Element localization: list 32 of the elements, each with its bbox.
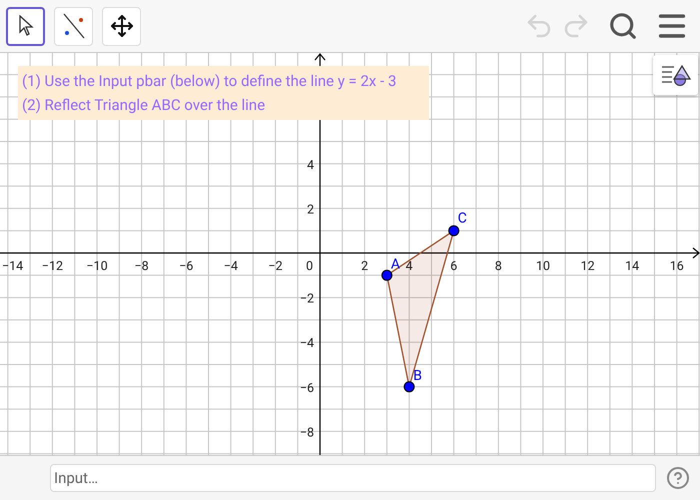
axis-label: −14 [2,259,24,274]
axis-label: −2 [300,292,314,307]
algebra-style-icon [660,63,692,87]
tool-button[interactable] [6,6,45,46]
axis-label: 14 [625,259,640,274]
axis-label: 0 [306,259,313,274]
instruction-text: (1) Use the Input pbar (below) to define the line y = 2x - 3 [22,71,398,92]
axis-label: −10 [86,259,108,274]
axis-label: −6 [179,259,194,274]
axis-label: 2 [361,259,368,274]
line-with-points-icon [60,12,86,40]
style-bar-button[interactable] [653,55,698,95]
axis-label: −6 [300,380,314,396]
axis-label: −12 [42,259,63,274]
pointer-icon [18,15,34,37]
axis-label: −4 [224,259,238,274]
axis-label: −4 [300,336,314,352]
help-icon[interactable] [666,466,690,490]
axis-label: 16 [670,259,684,274]
axis-label: 12 [580,259,595,274]
axis-label: 10 [536,259,550,274]
axis-label: −2 [268,259,282,274]
axis-label: 4 [306,158,314,173]
axis-label: −8 [134,259,149,274]
axis-label: 8 [494,259,502,274]
move-icon [110,14,134,38]
axis-label: 6 [450,259,458,274]
input-field[interactable]: Input… [50,464,656,492]
axis-label: 2 [306,202,314,218]
axis-label: −8 [300,425,314,440]
axis-label: 4 [406,259,413,274]
instruction-text: (2) Reflect Triangle ABC over the line [22,95,266,116]
